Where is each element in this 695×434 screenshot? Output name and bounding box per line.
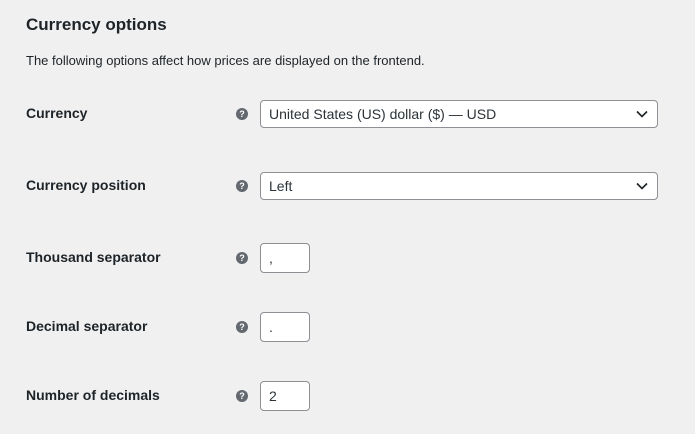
section-title: Currency options bbox=[26, 15, 167, 34]
thousand-separator-label: Thousand separator bbox=[26, 249, 161, 265]
thousand-separator-input[interactable] bbox=[260, 243, 310, 273]
number-of-decimals-input[interactable] bbox=[260, 381, 310, 411]
help-icon[interactable]: ? bbox=[236, 108, 248, 120]
currency-label: Currency bbox=[26, 105, 88, 121]
currency-position-select[interactable]: Left bbox=[260, 172, 658, 200]
help-icon[interactable]: ? bbox=[236, 180, 248, 192]
decimal-separator-input[interactable] bbox=[260, 312, 310, 342]
number-of-decimals-label: Number of decimals bbox=[26, 387, 160, 403]
currency-select[interactable]: United States (US) dollar ($) — USD bbox=[260, 100, 658, 128]
help-icon[interactable]: ? bbox=[236, 390, 248, 402]
chevron-down-icon bbox=[636, 110, 648, 118]
currency-select-value: United States (US) dollar ($) — USD bbox=[269, 106, 497, 122]
section-description: The following options affect how prices … bbox=[26, 53, 425, 68]
help-icon[interactable]: ? bbox=[236, 252, 248, 264]
decimal-separator-label: Decimal separator bbox=[26, 318, 148, 334]
currency-position-select-value: Left bbox=[269, 178, 293, 194]
chevron-down-icon bbox=[636, 182, 648, 190]
help-icon[interactable]: ? bbox=[236, 321, 248, 333]
currency-position-label: Currency position bbox=[26, 177, 146, 193]
